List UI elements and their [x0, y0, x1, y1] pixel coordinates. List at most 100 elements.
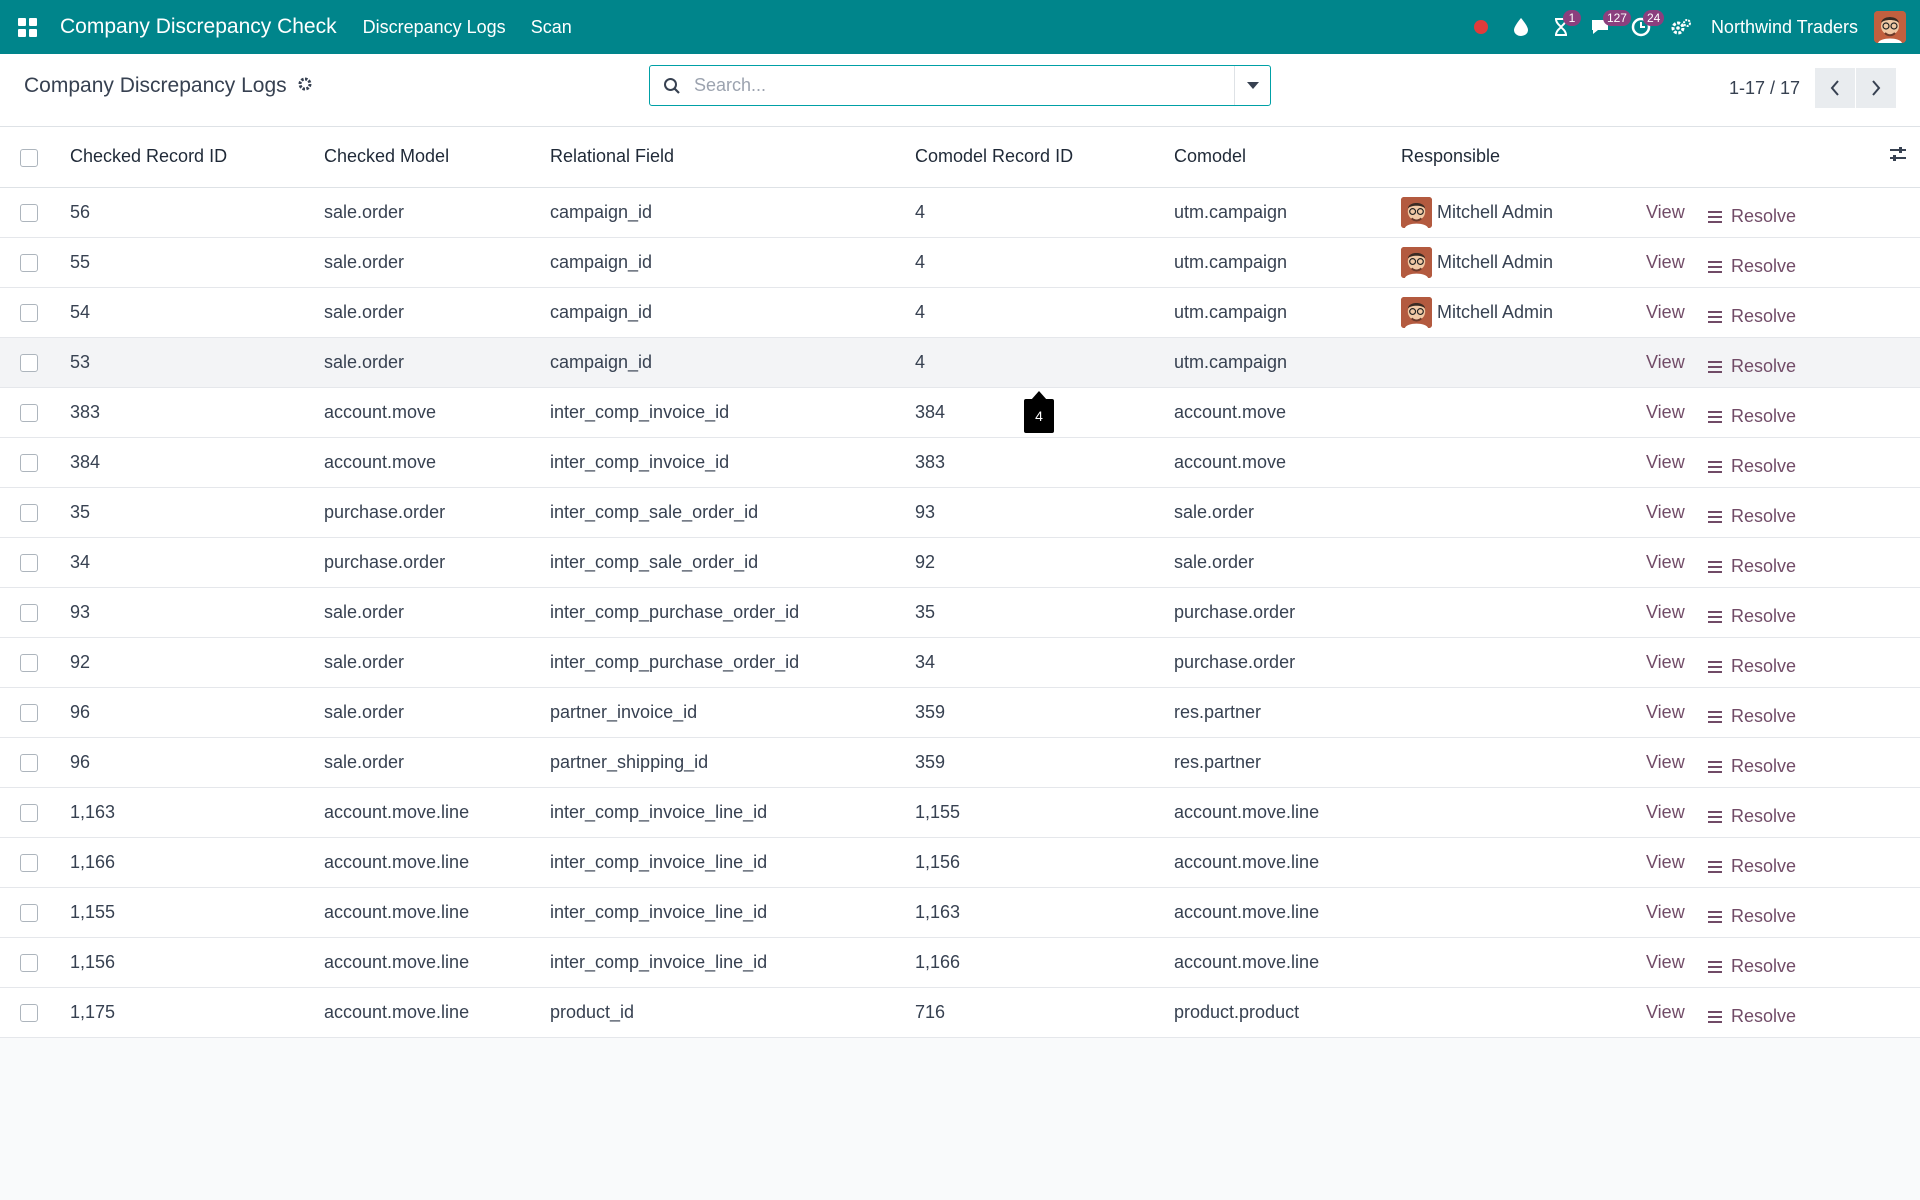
view-button[interactable]: View — [1646, 502, 1685, 522]
column-header-checked-record-id[interactable]: Checked Record ID — [70, 127, 324, 187]
table-row[interactable]: 96 sale.order partner_invoice_id 359 res.par… — [0, 687, 1920, 737]
row-checkbox[interactable] — [20, 403, 38, 422]
table-row[interactable]: 54 sale.order campaign_id 4 utm.campaign Mitc… — [0, 287, 1920, 337]
row-checkbox[interactable] — [20, 653, 38, 672]
apps-menu-icon[interactable] — [0, 0, 54, 54]
column-header-comodel-record-id[interactable]: Comodel Record ID — [915, 127, 1174, 187]
row-checkbox[interactable] — [20, 203, 38, 222]
resolve-button[interactable]: Resolve — [1708, 656, 1796, 677]
pager-next-button[interactable] — [1856, 68, 1896, 108]
table-row[interactable]: 1,175 account.move.line product_id 716 produ… — [0, 987, 1920, 1037]
resolve-button[interactable]: Resolve — [1708, 306, 1796, 327]
row-checkbox[interactable] — [20, 903, 38, 922]
settings-gears-icon[interactable] — [1661, 0, 1701, 54]
view-button[interactable]: View — [1646, 702, 1685, 722]
table-row[interactable]: 1,163 account.move.line inter_comp_invoice… — [0, 787, 1920, 837]
responsible-name[interactable]: Mitchell Admin — [1437, 202, 1553, 223]
responsible-name[interactable]: Mitchell Admin — [1437, 302, 1553, 323]
table-row[interactable]: 53 sale.order campaign_id 4 utm.campaign View… — [0, 337, 1920, 387]
resolve-button[interactable]: Resolve — [1708, 556, 1796, 577]
column-header-comodel[interactable]: Comodel — [1174, 127, 1401, 187]
resolve-button[interactable]: Resolve — [1708, 856, 1796, 877]
column-header-responsible[interactable]: Responsible — [1401, 127, 1646, 187]
row-checkbox[interactable] — [20, 1003, 38, 1022]
responsible-name[interactable]: Mitchell Admin — [1437, 252, 1553, 273]
view-button[interactable]: View — [1646, 752, 1685, 772]
view-button[interactable]: View — [1646, 202, 1685, 222]
actions-gear-icon[interactable] — [297, 74, 313, 98]
company-switcher[interactable]: Northwind Traders — [1711, 17, 1858, 38]
resolve-button[interactable]: Resolve — [1708, 1006, 1796, 1027]
row-checkbox[interactable] — [20, 803, 38, 822]
table-row[interactable]: 384 account.move inter_comp_invoice_id 383 a… — [0, 437, 1920, 487]
row-checkbox[interactable] — [20, 353, 38, 372]
recording-indicator-icon[interactable] — [1461, 0, 1501, 54]
view-button[interactable]: View — [1646, 452, 1685, 472]
row-checkbox[interactable] — [20, 453, 38, 472]
table-row[interactable]: 1,166 account.move.line inter_comp_invoice… — [0, 837, 1920, 887]
resolve-button[interactable]: Resolve — [1708, 956, 1796, 977]
view-button[interactable]: View — [1646, 302, 1685, 322]
optional-columns-toggle-icon[interactable] — [1888, 144, 1908, 169]
view-button[interactable]: View — [1646, 352, 1685, 372]
list-icon — [1708, 410, 1722, 423]
cell-relational-field: campaign_id — [550, 351, 653, 372]
table-row[interactable]: 55 sale.order campaign_id 4 utm.campaign Mitc… — [0, 237, 1920, 287]
row-checkbox[interactable] — [20, 753, 38, 772]
row-checkbox[interactable] — [20, 253, 38, 272]
view-button[interactable]: View — [1646, 1002, 1685, 1022]
search-options-toggle[interactable] — [1234, 66, 1270, 105]
resolve-button[interactable]: Resolve — [1708, 406, 1796, 427]
view-button[interactable]: View — [1646, 252, 1685, 272]
column-header-checked-model[interactable]: Checked Model — [324, 127, 550, 187]
table-row[interactable]: 92 sale.order inter_comp_purchase_order_id… — [0, 637, 1920, 687]
resolve-button[interactable]: Resolve — [1708, 506, 1796, 527]
column-header-relational-field[interactable]: Relational Field — [550, 127, 915, 187]
table-row[interactable]: 383 account.move inter_comp_invoice_id 384 a… — [0, 387, 1920, 437]
row-checkbox[interactable] — [20, 703, 38, 722]
table-row[interactable]: 93 sale.order inter_comp_purchase_order_id… — [0, 587, 1920, 637]
resolve-button[interactable]: Resolve — [1708, 806, 1796, 827]
messages-icon[interactable]: 127 — [1581, 0, 1631, 54]
resolve-button[interactable]: Resolve — [1708, 756, 1796, 777]
resolve-button[interactable]: Resolve — [1708, 456, 1796, 477]
resolve-button[interactable]: Resolve — [1708, 606, 1796, 627]
view-button[interactable]: View — [1646, 952, 1685, 972]
table-row[interactable]: 35 purchase.order inter_comp_sale_order_id… — [0, 487, 1920, 537]
resolve-button[interactable]: Resolve — [1708, 706, 1796, 727]
timer-icon[interactable]: 24 — [1621, 0, 1665, 54]
app-brand[interactable]: Company Discrepancy Check — [60, 15, 337, 39]
user-avatar[interactable] — [1874, 11, 1906, 43]
view-button[interactable]: View — [1646, 902, 1685, 922]
row-checkbox[interactable] — [20, 953, 38, 972]
menu-scan[interactable]: Scan — [531, 17, 572, 38]
table-row[interactable]: 34 purchase.order inter_comp_sale_order_id… — [0, 537, 1920, 587]
resolve-button[interactable]: Resolve — [1708, 906, 1796, 927]
view-button[interactable]: View — [1646, 402, 1685, 422]
activities-hourglass-icon[interactable]: 1 — [1541, 0, 1581, 54]
row-checkbox[interactable] — [20, 853, 38, 872]
search-input[interactable] — [694, 66, 1234, 105]
view-button[interactable]: View — [1646, 552, 1685, 572]
row-checkbox[interactable] — [20, 603, 38, 622]
resolve-button[interactable]: Resolve — [1708, 356, 1796, 377]
table-row[interactable]: 1,156 account.move.line inter_comp_invoice… — [0, 937, 1920, 987]
pager-value[interactable]: 1-17 / 17 — [1729, 78, 1800, 99]
view-button[interactable]: View — [1646, 802, 1685, 822]
table-row[interactable]: 56 sale.order campaign_id 4 utm.campaign Mitc… — [0, 187, 1920, 237]
row-checkbox[interactable] — [20, 503, 38, 522]
table-row[interactable]: 96 sale.order partner_shipping_id 359 res.pa… — [0, 737, 1920, 787]
row-checkbox[interactable] — [20, 303, 38, 322]
table-row[interactable]: 1,155 account.move.line inter_comp_invoice… — [0, 887, 1920, 937]
view-button[interactable]: View — [1646, 602, 1685, 622]
menu-discrepancy-logs[interactable]: Discrepancy Logs — [363, 17, 506, 38]
view-button[interactable]: View — [1646, 652, 1685, 672]
view-button[interactable]: View — [1646, 852, 1685, 872]
row-checkbox[interactable] — [20, 553, 38, 572]
list-icon — [1708, 610, 1722, 623]
drop-icon[interactable] — [1501, 0, 1541, 54]
resolve-button[interactable]: Resolve — [1708, 256, 1796, 277]
select-all-checkbox[interactable] — [20, 148, 38, 167]
resolve-button[interactable]: Resolve — [1708, 206, 1796, 227]
pager-previous-button[interactable] — [1815, 68, 1855, 108]
